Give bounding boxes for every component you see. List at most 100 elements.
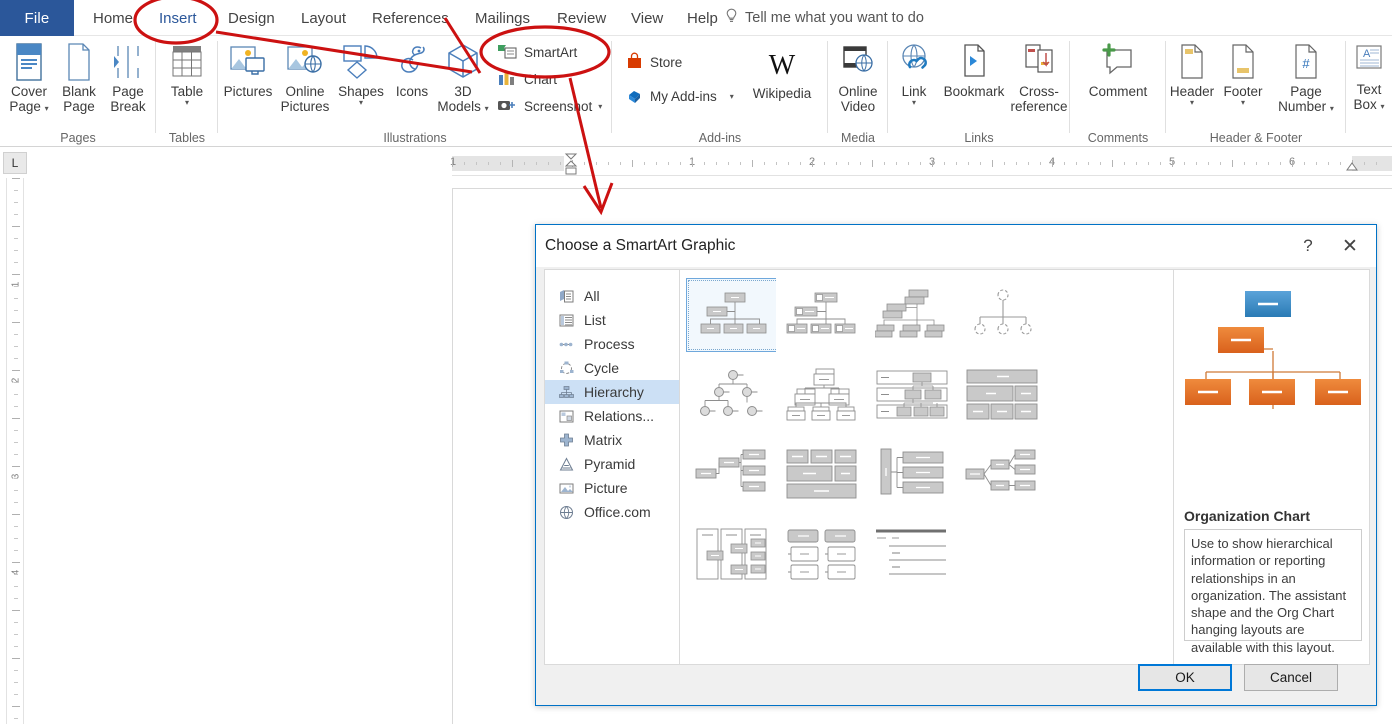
tab-mailings[interactable]: Mailings (466, 0, 539, 36)
footer-icon (1228, 42, 1258, 84)
header-caret[interactable]: ▾ (1190, 99, 1194, 107)
icons-button[interactable]: Icons (390, 42, 434, 99)
shapes-button[interactable]: Shapes ▾ (334, 42, 388, 107)
category-picture[interactable]: Picture (545, 476, 679, 500)
pictures-button[interactable]: Pictures (220, 42, 276, 99)
category-pyramid[interactable]: Pyramid (545, 452, 679, 476)
smartart-gallery[interactable] (680, 270, 1173, 664)
shapes-caret[interactable]: ▾ (359, 99, 363, 107)
page-number-button[interactable]: # Page Number ▾ (1270, 42, 1342, 115)
ruler-tick (812, 160, 813, 167)
footer-button[interactable]: Footer ▾ (1218, 42, 1268, 107)
my-addins-caret[interactable]: ▾ (730, 93, 734, 101)
ruler-tick (14, 286, 18, 287)
group-label-media: Media (828, 131, 888, 145)
bookmark-label: Bookmark (944, 84, 1005, 99)
gallery-item-circle-relationship[interactable] (686, 358, 780, 432)
gallery-item-half-circle-organization-chart[interactable] (866, 278, 960, 352)
online-video-button[interactable]: Online Video (831, 42, 885, 115)
gallery-item-lined-list[interactable] (866, 518, 960, 592)
tab-help[interactable]: Help (678, 0, 727, 36)
comment-icon (1099, 42, 1137, 84)
gallery-item-architecture-layout[interactable] (776, 438, 870, 512)
ruler-tick (1232, 160, 1233, 167)
cancel-button[interactable]: Cancel (1244, 664, 1338, 691)
tab-references[interactable]: References (363, 0, 458, 36)
tab-insert[interactable]: Insert (150, 0, 206, 36)
gallery-item-horizontal-multi-level-hierarchy[interactable] (956, 438, 1050, 512)
text-box-button[interactable]: A Text Box ▾ (1346, 42, 1392, 113)
gallery-item-horizontal-labeled-hierarchy[interactable] (866, 438, 960, 512)
table-button[interactable]: Table ▾ (160, 42, 214, 107)
category-list[interactable]: List (545, 308, 679, 332)
header-button[interactable]: Header ▾ (1166, 42, 1218, 107)
blank-page-button[interactable]: Blank Page (58, 42, 100, 115)
tab-file[interactable]: File (0, 0, 74, 36)
screenshot-button[interactable]: Screenshot ▾ (496, 96, 616, 117)
ruler-tick (1340, 162, 1341, 165)
category-matrix[interactable]: Matrix (545, 428, 679, 452)
ruler-tick (920, 162, 921, 165)
gallery-item-picture-organization-chart[interactable] (776, 358, 870, 432)
bookmark-button[interactable]: Bookmark (938, 42, 1010, 99)
ruler-tick (12, 322, 20, 323)
link-caret[interactable]: ▾ (912, 99, 916, 107)
wikipedia-button[interactable]: W Wikipedia (742, 46, 822, 101)
ruler-tick (692, 160, 693, 167)
ruler-tick (548, 162, 549, 165)
right-indent-marker[interactable] (1345, 161, 1359, 180)
gallery-item-organization-chart[interactable] (686, 278, 780, 352)
gallery-item-tab-hierarchy[interactable] (776, 518, 870, 592)
gallery-item-circle-picture-hierarchy[interactable] (956, 278, 1050, 352)
tab-home[interactable]: Home (84, 0, 142, 36)
chart-button[interactable]: Chart (496, 69, 608, 90)
ruler-tick (14, 718, 18, 719)
group-label-illustrations: Illustrations (218, 131, 612, 145)
gallery-item-table-hierarchy[interactable] (956, 358, 1050, 432)
online-pictures-button[interactable]: Online Pictures (278, 42, 332, 115)
screenshot-caret[interactable]: ▾ (598, 103, 602, 111)
tab-layout[interactable]: Layout (292, 0, 355, 36)
gallery-item-horizontal-hierarchy[interactable] (686, 438, 780, 512)
ruler-tick (1112, 160, 1113, 167)
table-caret[interactable]: ▾ (185, 99, 189, 107)
close-icon[interactable]: ✕ (1330, 225, 1370, 267)
category-all[interactable]: All (545, 284, 679, 308)
category-hierarchy[interactable]: Hierarchy (545, 380, 679, 404)
3d-models-button[interactable]: 3D Models ▾ (436, 42, 490, 115)
footer-caret[interactable]: ▾ (1241, 99, 1245, 107)
ruler-tick (1124, 162, 1125, 165)
tab-view[interactable]: View (622, 0, 672, 36)
ruler-tick (14, 214, 18, 215)
page-break-button[interactable]: Page Break (104, 42, 152, 115)
ruler-tick (740, 162, 741, 165)
tell-me-box[interactable]: Tell me what you want to do (725, 0, 924, 36)
cross-reference-button[interactable]: Cross- reference (1008, 42, 1070, 115)
store-button[interactable]: Store (626, 52, 682, 73)
category-office-com[interactable]: Office.com (545, 500, 679, 524)
cover-page-button[interactable]: Cover Page ▾ (4, 42, 54, 115)
category-process[interactable]: Process (545, 332, 679, 356)
ok-button[interactable]: OK (1138, 664, 1232, 691)
smartart-button[interactable]: SmartArt (496, 42, 608, 63)
vertical-ruler[interactable]: 1 2 3 4 (6, 178, 24, 724)
ruler-tick (968, 162, 969, 165)
comment-button[interactable]: Comment (1074, 42, 1162, 99)
ruler-tick (908, 162, 909, 165)
first-line-indent-marker[interactable] (564, 152, 578, 181)
ruler-tick (14, 454, 18, 455)
help-icon[interactable]: ? (1288, 225, 1328, 267)
ruler-tick (14, 406, 18, 407)
tab-review[interactable]: Review (548, 0, 615, 36)
gallery-item-hierarchy-list[interactable] (686, 518, 780, 592)
horizontal-ruler[interactable]: 1 1 2 3 4 5 6 (452, 152, 1392, 176)
category-relationship[interactable]: Relations... (545, 404, 679, 428)
preview-graphic (1184, 280, 1362, 504)
category-cycle[interactable]: Cycle (545, 356, 679, 380)
tab-design[interactable]: Design (219, 0, 284, 36)
my-addins-button[interactable]: My Add-ins ▾ (626, 86, 734, 107)
tab-stop-selector[interactable]: L (3, 152, 27, 174)
gallery-item-labeled-hierarchy[interactable] (866, 358, 960, 432)
link-button[interactable]: Link ▾ (890, 42, 938, 107)
gallery-item-name-and-title-organization-chart[interactable] (776, 278, 870, 352)
